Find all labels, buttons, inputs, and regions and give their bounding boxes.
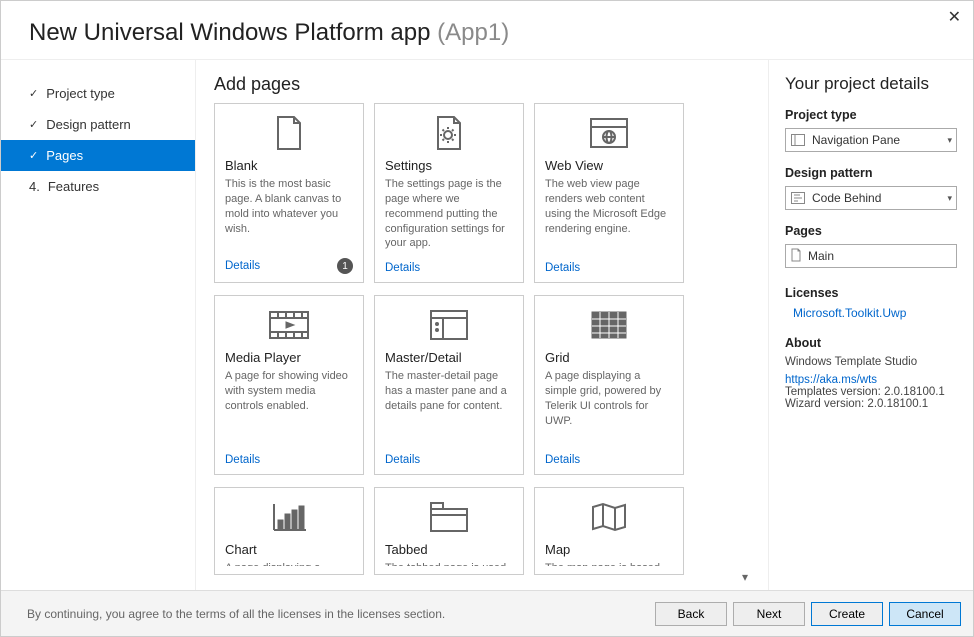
scroll-down-icon[interactable]: ▾ — [742, 570, 748, 584]
main-content: Add pages Blank This is the most basic p… — [196, 60, 768, 590]
about-product: Windows Template Studio — [785, 356, 957, 368]
card-description: The map page is based — [545, 561, 673, 566]
map-icon — [545, 498, 673, 536]
details-link[interactable]: Details — [545, 262, 580, 274]
template-card-blank[interactable]: Blank This is the most basic page. A bla… — [214, 103, 364, 283]
chevron-down-icon: ▾ — [947, 135, 952, 146]
create-button[interactable]: Create — [811, 602, 883, 626]
template-card-settings[interactable]: Settings The settings page is the page w… — [374, 103, 524, 283]
template-card-webview[interactable]: Web View The web view page renders web c… — [534, 103, 684, 283]
card-title: Web View — [545, 158, 673, 173]
details-link[interactable]: Details — [545, 454, 580, 466]
blank-icon — [225, 114, 353, 152]
page-name: Main — [808, 249, 834, 263]
pages-label: Pages — [785, 224, 957, 238]
license-link[interactable]: Microsoft.Toolkit.Uwp — [793, 306, 957, 320]
webview-icon — [545, 114, 673, 152]
card-title: Settings — [385, 158, 513, 173]
licenses-label: Licenses — [785, 286, 957, 300]
card-title: Map — [545, 542, 673, 557]
template-card-grid[interactable]: Grid A page displaying a simple grid, po… — [534, 295, 684, 475]
panel-title: Your project details — [785, 74, 957, 94]
card-description: This is the most basic page. A blank can… — [225, 177, 353, 254]
count-badge: 1 — [337, 258, 353, 274]
card-title: Grid — [545, 350, 673, 365]
step-design-pattern[interactable]: ✓ Design pattern — [1, 109, 195, 140]
step-features[interactable]: 4. Features — [1, 171, 195, 202]
close-icon[interactable]: ✕ — [948, 7, 961, 27]
step-label: Project type — [46, 86, 115, 101]
next-button[interactable]: Next — [733, 602, 805, 626]
design-pattern-label: Design pattern — [785, 166, 957, 180]
about-label: About — [785, 336, 957, 350]
media-icon — [225, 306, 353, 344]
dialog-header: New Universal Windows Platform app (App1… — [1, 1, 973, 60]
step-project-type[interactable]: ✓ Project type — [1, 78, 195, 109]
step-label: Features — [48, 179, 99, 194]
card-title: Blank — [225, 158, 353, 173]
details-link[interactable]: Details — [225, 454, 260, 466]
template-card-masterdetail[interactable]: Master/Detail The master-detail page has… — [374, 295, 524, 475]
settings-icon — [385, 114, 513, 152]
card-description: The master-detail page has a master pane… — [385, 369, 513, 450]
details-link[interactable]: Details — [385, 454, 420, 466]
card-title: Master/Detail — [385, 350, 513, 365]
step-pages[interactable]: ✓ Pages — [1, 140, 195, 171]
card-description: The web view page renders web content us… — [545, 177, 673, 258]
template-card-tabbed[interactable]: Tabbed The tabbed page is used — [374, 487, 524, 575]
card-description: A page for showing video with system med… — [225, 369, 353, 450]
step-number: 4. — [29, 179, 40, 194]
title-text: New Universal Windows Platform app — [29, 19, 430, 46]
masterdetail-icon — [385, 306, 513, 344]
step-label: Pages — [46, 148, 83, 163]
section-title: Add pages — [214, 74, 754, 95]
navpane-icon — [790, 134, 806, 146]
card-description: A page displaying a simple grid, powered… — [545, 369, 673, 450]
dialog-footer: By continuing, you agree to the terms of… — [1, 590, 973, 636]
card-title: Media Player — [225, 350, 353, 365]
wizard-version: Wizard version: 2.0.18100.1 — [785, 398, 957, 410]
card-description: The tabbed page is used — [385, 561, 513, 566]
card-title: Tabbed — [385, 542, 513, 557]
project-type-label: Project type — [785, 108, 957, 122]
footer-text: By continuing, you agree to the terms of… — [13, 607, 655, 621]
dialog-title: New Universal Windows Platform app (App1… — [29, 19, 945, 47]
step-label: Design pattern — [46, 117, 131, 132]
about-link[interactable]: https://aka.ms/wts — [785, 374, 957, 386]
check-icon: ✓ — [29, 87, 38, 100]
template-card-media[interactable]: Media Player A page for showing video wi… — [214, 295, 364, 475]
select-value: Navigation Pane — [812, 133, 941, 147]
check-icon: ✓ — [29, 118, 38, 131]
pages-item[interactable]: Main — [785, 244, 957, 268]
project-type-select[interactable]: Navigation Pane ▾ — [785, 128, 957, 152]
tabbed-icon — [385, 498, 513, 536]
details-link[interactable]: Details — [225, 260, 260, 272]
check-icon: ✓ — [29, 149, 38, 162]
card-description: The settings page is the page where we r… — [385, 177, 513, 258]
card-title: Chart — [225, 542, 353, 557]
template-card-map[interactable]: Map The map page is based — [534, 487, 684, 575]
project-name: (App1) — [437, 19, 509, 46]
details-link[interactable]: Details — [385, 262, 420, 274]
select-value: Code Behind — [812, 191, 941, 205]
design-pattern-select[interactable]: Code Behind ▾ — [785, 186, 957, 210]
chevron-down-icon: ▾ — [947, 193, 952, 204]
cancel-button[interactable]: Cancel — [889, 602, 961, 626]
codebehind-icon — [790, 192, 806, 204]
project-details-panel: Your project details Project type Naviga… — [768, 60, 973, 590]
grid-icon — [545, 306, 673, 344]
page-icon — [790, 248, 802, 265]
card-description: A page displaying a — [225, 561, 353, 566]
template-card-chart[interactable]: Chart A page displaying a — [214, 487, 364, 575]
chart-icon — [225, 498, 353, 536]
templates-version: Templates version: 2.0.18100.1 — [785, 386, 957, 398]
wizard-steps: ✓ Project type ✓ Design pattern ✓ Pages … — [1, 60, 196, 590]
back-button[interactable]: Back — [655, 602, 727, 626]
